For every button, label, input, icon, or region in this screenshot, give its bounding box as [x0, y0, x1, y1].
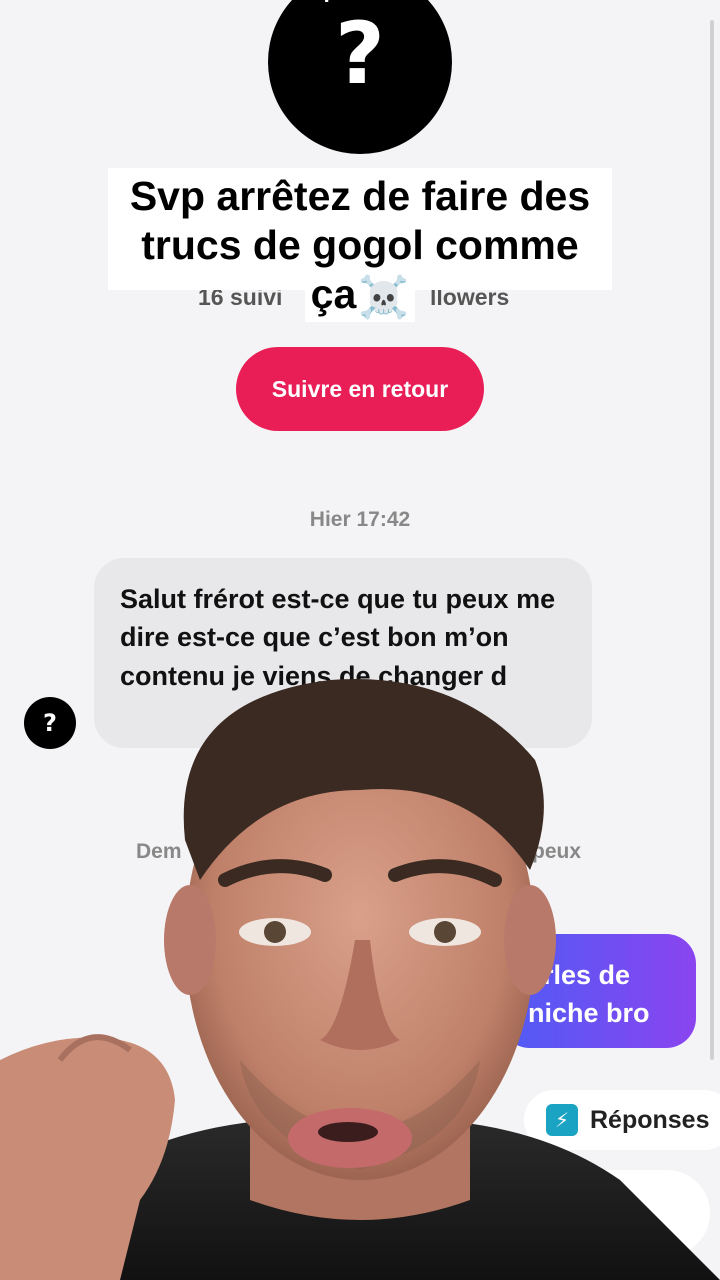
avatar-glyph: ?: [335, 4, 385, 104]
profile-avatar[interactable]: ? ? ? ?: [268, 0, 452, 154]
follow-back-button[interactable]: Suivre en retour: [236, 347, 484, 431]
video-caption: Svp arrêtez de faire des trucs de gogol …: [105, 172, 615, 323]
question-mark-icon: ?: [380, 0, 390, 3]
message-timestamp: Hier 17:42: [309, 508, 411, 531]
skull-icon: ☠️: [358, 273, 410, 320]
person-overlay: [0, 679, 720, 1280]
caption-line: Svp arrêtez de faire des: [129, 173, 591, 219]
caption-line: trucs de gogol comme: [141, 222, 579, 269]
caption-line: ça: [310, 271, 357, 318]
